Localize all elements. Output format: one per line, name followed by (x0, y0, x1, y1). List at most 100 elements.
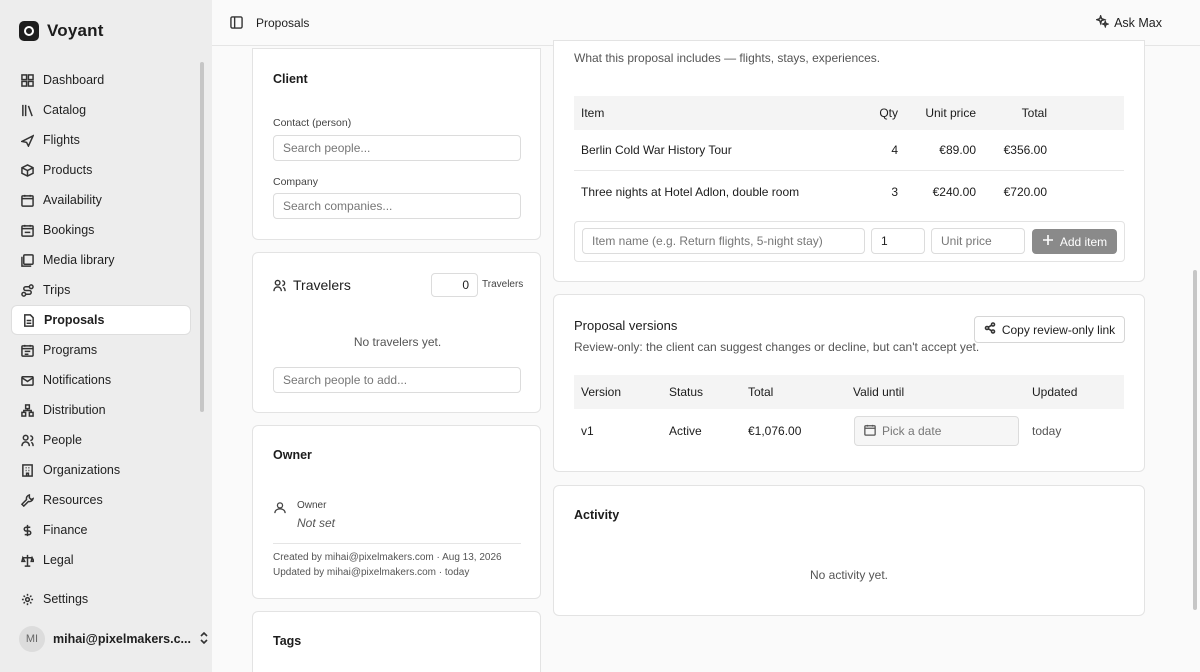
sidebar-item-programs[interactable]: Programs (11, 335, 191, 365)
mail-icon (19, 374, 35, 387)
sidebar-item-label: Flights (43, 133, 80, 147)
company-search-input[interactable]: Search companies... (273, 193, 521, 219)
new-item-name-input[interactable]: Item name (e.g. Return flights, 5-night … (582, 228, 865, 254)
sidebar-item-availability[interactable]: Availability (11, 185, 191, 215)
user-menu[interactable]: MI mihai@pixelmakers.c... (19, 626, 209, 652)
table-row[interactable]: Three nights at Hotel Adlon, double room… (574, 171, 1124, 212)
sidebar-item-distribution[interactable]: Distribution (11, 395, 191, 425)
sidebar-item-notifications[interactable]: Notifications (11, 365, 191, 395)
package-icon (19, 163, 35, 177)
brand-name: Voyant (47, 21, 104, 40)
sidebar-item-organizations[interactable]: Organizations (11, 455, 191, 485)
date-placeholder: Pick a date (882, 424, 942, 438)
activity-title: Activity (574, 508, 620, 522)
sidebar-toggle-icon[interactable] (230, 16, 243, 32)
sidebar-item-label: Dashboard (43, 73, 105, 87)
version-id: v1 (581, 424, 594, 438)
valid-until-date-picker[interactable]: Pick a date (854, 416, 1019, 446)
contact-search-input[interactable]: Search people... (273, 135, 521, 161)
sidebar-item-dashboard[interactable]: Dashboard (11, 65, 191, 95)
sidebar-item-label: Bookings (43, 223, 95, 237)
user-email: mihai@pixelmakers.c... (53, 632, 191, 646)
travelers-count-input[interactable]: 0 (431, 273, 478, 297)
travelers-search-input[interactable]: Search people to add... (273, 367, 521, 393)
travelers-card: Travelers 0 Travelers No travelers yet. … (252, 252, 541, 413)
col-valid-until: Valid until (853, 385, 905, 399)
brand[interactable]: Voyant (19, 21, 104, 41)
people-icon (19, 434, 35, 447)
col-total: Total (748, 385, 774, 399)
versions-subtitle: Review-only: the client can suggest chan… (574, 340, 980, 354)
col-status: Status (669, 385, 704, 399)
add-item-label: Add item (1059, 234, 1108, 249)
versions-table-header: Version Status Total Valid until Updated (574, 375, 1124, 409)
new-item-form: Item name (e.g. Return flights, 5-night … (574, 221, 1125, 262)
owner-label: Owner (297, 500, 327, 511)
sidebar-item-settings[interactable]: Settings (11, 584, 191, 614)
share-icon (984, 322, 996, 337)
copy-review-link-label: Copy review-only link (1001, 322, 1116, 337)
sidebar-item-label: Programs (43, 343, 98, 357)
sparkle-icon (1094, 13, 1110, 31)
sidebar-item-products[interactable]: Products (11, 155, 191, 185)
owner-divider (273, 543, 521, 544)
sidebar-item-proposals[interactable]: Proposals (11, 305, 191, 335)
sidebar-item-trips[interactable]: Trips (11, 275, 191, 305)
breadcrumb[interactable]: Proposals (256, 16, 309, 30)
people-icon (273, 279, 286, 295)
sidebar-item-media-library[interactable]: Media library (11, 245, 191, 275)
owner-value[interactable]: Not set (297, 516, 335, 530)
calendar-icon (19, 194, 35, 207)
sidebar-item-finance[interactable]: Finance (11, 515, 191, 545)
wrench-icon (19, 493, 35, 507)
col-item: Item (581, 106, 605, 120)
sidebar-item-label: Products (43, 163, 93, 177)
sidebar-item-resources[interactable]: Resources (11, 485, 191, 515)
network-icon (19, 403, 35, 417)
contact-label: Contact (person) (273, 117, 352, 129)
ask-max-button[interactable]: Ask Max (1094, 13, 1162, 31)
activity-empty: No activity yet. (809, 568, 889, 582)
table-row[interactable]: v1 Active €1,076.00 Pick a date today (574, 409, 1124, 453)
sidebar-settings: Settings (11, 584, 191, 614)
items-table-header: Item Qty Unit price Total (574, 96, 1124, 130)
ask-max-label: Ask Max (1114, 16, 1162, 30)
main-scrollbar[interactable] (1193, 270, 1197, 610)
sidebar-item-label: Media library (43, 253, 115, 267)
copy-review-link-button[interactable]: Copy review-only link (974, 316, 1125, 343)
plane-icon (19, 134, 35, 147)
col-unit-price: Unit price (925, 106, 976, 120)
calendar-icon (864, 424, 876, 439)
sidebar-item-catalog[interactable]: Catalog (11, 95, 191, 125)
dollar-icon (19, 524, 35, 537)
item-total: €720.00 (1003, 184, 1047, 199)
catalog-icon (19, 104, 35, 117)
route-icon (19, 283, 35, 297)
col-total: Total (1021, 106, 1047, 120)
brand-logo-icon (19, 21, 39, 41)
sidebar-item-bookings[interactable]: Bookings (11, 215, 191, 245)
document-icon (20, 313, 36, 327)
sidebar-nav: Dashboard Catalog Flights Products Avail… (11, 65, 191, 575)
new-item-qty-input[interactable]: 1 (871, 228, 925, 254)
sidebar-item-people[interactable]: People (11, 425, 191, 455)
owner-title: Owner (273, 448, 312, 462)
sidebar-item-flights[interactable]: Flights (11, 125, 191, 155)
sidebar-scrollbar[interactable] (200, 62, 204, 412)
plus-icon (1042, 234, 1054, 249)
travelers-title: Travelers (293, 277, 351, 293)
table-row[interactable]: Berlin Cold War History Tour 4 €89.00 €3… (574, 130, 1124, 171)
sidebar-item-label: Resources (43, 493, 103, 507)
new-item-price-input[interactable]: Unit price (931, 228, 1025, 254)
sidebar-item-label: Finance (43, 523, 88, 537)
client-card: Client Contact (person) Search people...… (252, 48, 541, 240)
item-qty: 4 (891, 143, 898, 157)
sidebar-item-legal[interactable]: Legal (11, 545, 191, 575)
item-total: €356.00 (1003, 143, 1047, 157)
version-status: Active (669, 424, 702, 438)
item-qty: 3 (891, 184, 898, 199)
sidebar-item-label: Availability (43, 193, 102, 207)
sidebar-item-label: Organizations (43, 463, 121, 477)
media-icon (19, 253, 35, 267)
add-item-button[interactable]: Add item (1032, 229, 1117, 254)
